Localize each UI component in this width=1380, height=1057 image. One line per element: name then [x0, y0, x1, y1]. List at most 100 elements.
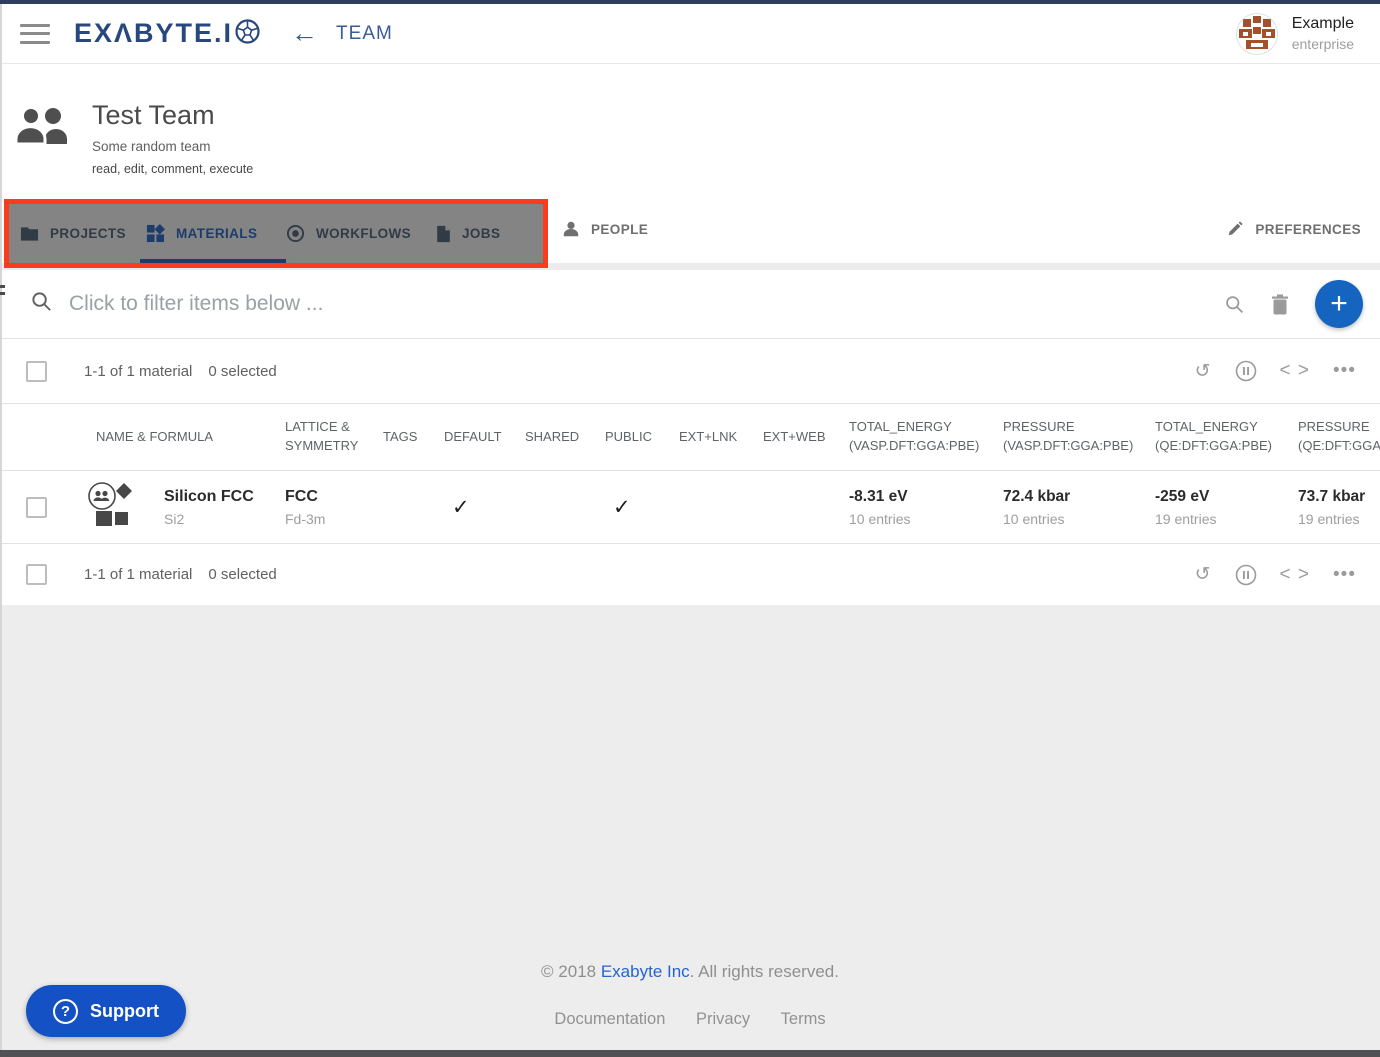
- tab-preferences-label: PREFERENCES: [1255, 222, 1361, 237]
- table-header-row: NAME & FORMULA LATTICE &SYMMETRY TAGS DE…: [0, 403, 1380, 470]
- item-count: 1-1 of 1 material: [84, 566, 192, 583]
- menu-icon[interactable]: [20, 24, 50, 44]
- column-header-shared[interactable]: SHARED: [525, 428, 605, 447]
- column-header-default[interactable]: DEFAULT: [444, 428, 525, 447]
- selected-count: 0 selected: [208, 363, 276, 380]
- list-actions: ↺ < > •••: [1195, 563, 1356, 586]
- select-all-checkbox[interactable]: [26, 361, 47, 382]
- user-menu[interactable]: Example enterprise: [1236, 13, 1354, 55]
- app-header: EXΛBYTE.I ← TEAM: [0, 4, 1380, 64]
- window-top-strip: [0, 0, 1380, 4]
- refresh-icon[interactable]: ↺: [1195, 563, 1212, 586]
- column-header-name[interactable]: NAME & FORMULA: [64, 428, 285, 447]
- search-icon: [30, 290, 53, 318]
- list-toolbar-top: 1-1 of 1 material 0 selected ↺ < > •••: [0, 338, 1380, 403]
- column-header-extlnk[interactable]: EXT+LNK: [679, 428, 763, 447]
- material-name: Silicon FCC: [164, 488, 254, 506]
- select-all-checkbox[interactable]: [26, 564, 47, 585]
- row-checkbox[interactable]: [26, 497, 47, 518]
- materials-icon: [146, 224, 165, 243]
- row-pressure-qe-cell: 73.7 kbar 19 entries: [1298, 488, 1380, 527]
- item-count: 1-1 of 1 material: [84, 363, 192, 380]
- document-icon: [436, 225, 451, 243]
- window-left-edge: [0, 4, 2, 1050]
- tab-preferences[interactable]: PREFERENCES: [1226, 195, 1361, 263]
- company-link[interactable]: Exabyte Inc: [601, 962, 690, 981]
- pencil-icon: [1226, 220, 1244, 238]
- row-total-energy-vasp-cell: -8.31 eV 10 entries: [849, 488, 1003, 527]
- column-header-extweb[interactable]: EXT+WEB: [763, 428, 849, 447]
- folder-icon: [20, 226, 39, 242]
- team-description: Some random team: [92, 139, 211, 154]
- column-header-tags[interactable]: TAGS: [383, 428, 444, 447]
- column-header-public[interactable]: PUBLIC: [605, 428, 679, 447]
- column-header-lattice[interactable]: LATTICE &SYMMETRY: [285, 418, 383, 456]
- person-icon: [562, 220, 580, 238]
- filter-input[interactable]: [69, 292, 1224, 316]
- symmetry-value: Fd-3m: [285, 511, 383, 527]
- check-icon: ✓: [605, 496, 631, 519]
- tab-jobs[interactable]: JOBS: [436, 204, 500, 263]
- active-tab-underline: [140, 259, 286, 263]
- back-arrow-icon[interactable]: ←: [291, 20, 318, 47]
- refresh-icon[interactable]: ↺: [1195, 360, 1212, 383]
- team-section: Test Team Some random team read, edit, c…: [0, 64, 1380, 195]
- materials-list: 1-1 of 1 material 0 selected ↺ < > ••• N…: [0, 338, 1380, 605]
- more-icon[interactable]: •••: [1333, 360, 1356, 382]
- tab-materials[interactable]: MATERIALS: [146, 204, 257, 263]
- tab-materials-label: MATERIALS: [176, 226, 257, 241]
- list-actions: ↺ < > •••: [1195, 360, 1356, 383]
- team-name: Test Team: [92, 100, 215, 131]
- team-people-icon: [15, 106, 71, 151]
- workflow-icon: [286, 224, 305, 243]
- logo-ball-icon: [234, 18, 261, 50]
- help-icon: ?: [53, 999, 78, 1024]
- search-button[interactable]: [1224, 294, 1245, 315]
- row-name-cell[interactable]: Silicon FCC Si2: [64, 482, 285, 533]
- row-total-energy-qe-cell: -259 eV 19 entries: [1155, 488, 1298, 527]
- list-toolbar-bottom: 1-1 of 1 material 0 selected ↺ < > •••: [0, 543, 1380, 605]
- support-button[interactable]: ? Support: [26, 985, 186, 1037]
- tab-people[interactable]: PEOPLE: [562, 195, 648, 263]
- column-header-pressure-qe[interactable]: PRESSURE(QE:DFT:GGA:PBE): [1298, 418, 1380, 456]
- footer-link-terms[interactable]: Terms: [781, 1010, 826, 1028]
- footer-link-privacy[interactable]: Privacy: [696, 1010, 750, 1028]
- footer-links: Documentation Privacy Terms: [0, 1010, 1380, 1029]
- avatar-identicon: [1237, 14, 1277, 54]
- avatar: [1236, 13, 1278, 55]
- check-icon: ✓: [444, 496, 470, 519]
- row-public-cell: ✓: [605, 495, 679, 520]
- column-header-pressure-vasp[interactable]: PRESSURE(VASP.DFT:GGA:PBE): [1003, 418, 1155, 456]
- code-icon[interactable]: < >: [1280, 360, 1310, 382]
- lattice-value: FCC: [285, 488, 383, 506]
- support-label: Support: [90, 1001, 159, 1022]
- tab-people-label: PEOPLE: [591, 222, 648, 237]
- footer-link-documentation[interactable]: Documentation: [554, 1010, 665, 1028]
- logo-text: EXΛBYTE.I: [74, 18, 233, 49]
- tab-workflows-label: WORKFLOWS: [316, 226, 411, 241]
- pause-icon[interactable]: [1235, 564, 1257, 586]
- team-permissions: read, edit, comment, execute: [92, 162, 253, 176]
- tab-projects-label: PROJECTS: [50, 226, 126, 241]
- pause-icon[interactable]: [1235, 360, 1257, 382]
- code-icon[interactable]: < >: [1280, 564, 1310, 586]
- row-lattice-cell: FCC Fd-3m: [285, 488, 383, 527]
- material-set-icon: [88, 482, 136, 533]
- logo[interactable]: EXΛBYTE.I: [74, 18, 261, 50]
- more-icon[interactable]: •••: [1333, 564, 1356, 586]
- column-header-total-energy-vasp[interactable]: TOTAL_ENERGY(VASP.DFT:GGA:PBE): [849, 418, 1003, 456]
- column-header-total-energy-qe[interactable]: TOTAL_ENERGY(QE:DFT:GGA:PBE): [1155, 418, 1298, 456]
- delete-button[interactable]: [1271, 294, 1289, 315]
- tab-workflows[interactable]: WORKFLOWS: [286, 204, 411, 263]
- filter-actions: +: [1224, 280, 1363, 328]
- page-title: TEAM: [336, 23, 393, 45]
- user-name: Example: [1292, 15, 1354, 33]
- user-plan: enterprise: [1292, 36, 1354, 52]
- material-formula: Si2: [164, 511, 254, 527]
- tab-projects[interactable]: PROJECTS: [20, 204, 126, 263]
- table-row[interactable]: Silicon FCC Si2 FCC Fd-3m ✓ ✓ -8.31 eV 1…: [0, 470, 1380, 543]
- filter-bar: +: [0, 270, 1380, 338]
- search-icon: [1224, 294, 1245, 315]
- tab-jobs-label: JOBS: [462, 226, 500, 241]
- add-material-button[interactable]: +: [1315, 280, 1363, 328]
